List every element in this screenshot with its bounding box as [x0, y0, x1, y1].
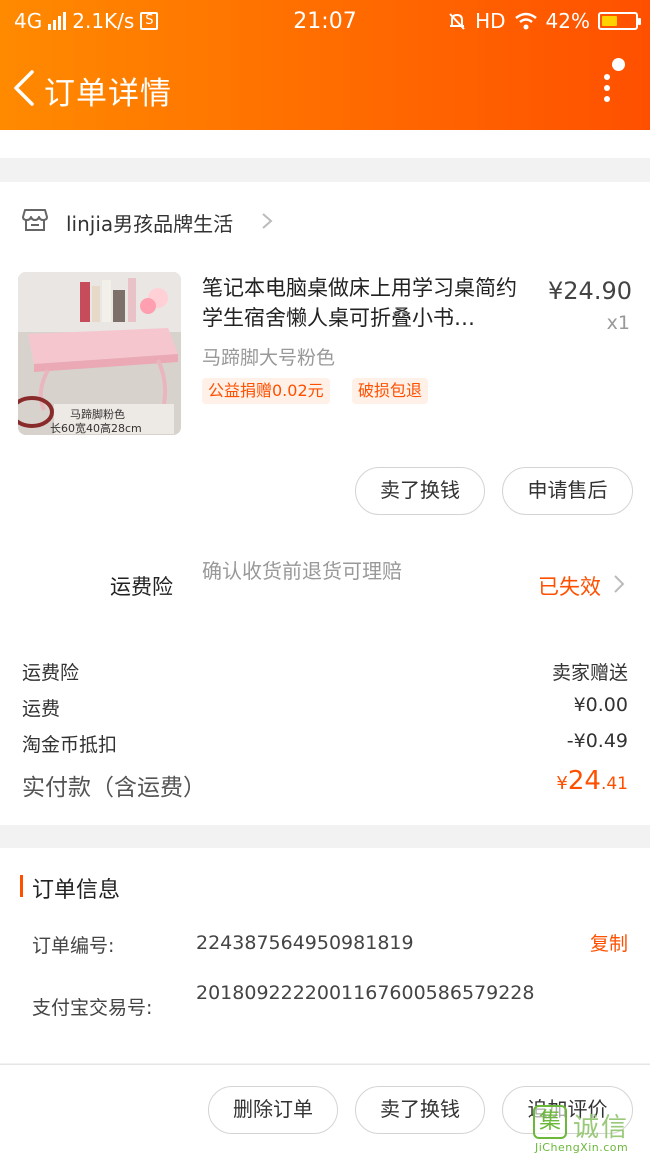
tag-charity: 公益捐赠0.02元: [202, 378, 330, 404]
app-header: 4G 2.1K/s S 21:07 HD 42% 订单详情: [0, 0, 650, 130]
order-number: 224387564950981819: [196, 932, 414, 954]
fee-value-insurance: 卖家赠送: [551, 662, 628, 684]
alipay-number: 2018092222001167600586579228: [196, 982, 535, 1004]
more-dot-icon: [604, 96, 610, 102]
product-title[interactable]: 笔记本电脑桌做床上用学习桌简约学生宿舍懒人桌可折叠小书…: [202, 273, 536, 333]
fee-label-shipping: 运费: [22, 698, 61, 720]
fee-value-coins: -¥0.49: [566, 730, 628, 752]
mute-bell-icon: [449, 13, 465, 30]
battery-percent: 42%: [545, 9, 590, 33]
chevron-right-icon[interactable]: [260, 212, 274, 230]
status-right: HD 42%: [447, 9, 641, 33]
image-caption-1: 马蹄脚粉色: [70, 407, 125, 421]
fee-value-shipping: ¥0.00: [573, 694, 628, 716]
payment-label: 实付款（含运费）: [22, 775, 206, 801]
payment-amount: ¥24.41: [556, 766, 628, 796]
payment-currency: ¥: [556, 773, 568, 794]
product-sku: 马蹄脚大号粉色: [202, 347, 336, 369]
watermark: 集 诚信 JiChengXin.com: [533, 1105, 650, 1155]
payment-integer: 24: [567, 766, 601, 796]
sell-button[interactable]: 卖了换钱: [355, 1086, 485, 1134]
notification-dot: [612, 58, 625, 71]
image-caption-2: 长60宽40高28cm: [50, 421, 142, 435]
product-price: ¥24.90: [548, 277, 632, 305]
more-dot-icon: [604, 85, 610, 91]
alipay-number-label: 支付宝交易号:: [32, 997, 153, 1019]
product-quantity: x1: [606, 312, 630, 334]
battery-level: [602, 16, 618, 26]
shop-name[interactable]: linjia男孩品牌生活: [66, 208, 233, 237]
more-dot-icon: [604, 74, 610, 80]
more-menu-button[interactable]: [598, 58, 628, 108]
pink-desk-illustration: 马蹄脚粉色 长60宽40高28cm: [18, 272, 181, 435]
delete-order-button[interactable]: 删除订单: [208, 1086, 338, 1134]
sell-item-button[interactable]: 卖了换钱: [355, 467, 485, 515]
fee-label-insurance: 运费险: [22, 662, 80, 684]
page-title: 订单详情: [44, 76, 172, 112]
wifi-icon: [514, 12, 537, 30]
insurance-description: 确认收货前退货可理赔: [202, 559, 402, 583]
after-sale-button[interactable]: 申请售后: [502, 467, 633, 515]
fee-label-coins: 淘金币抵扣: [22, 734, 118, 756]
watermark-text: 诚信: [573, 1113, 630, 1143]
top-strip: [0, 130, 650, 158]
chevron-right-icon[interactable]: [613, 574, 625, 594]
battery-icon: [598, 12, 641, 30]
product-image[interactable]: 马蹄脚粉色 长60宽40高28cm: [18, 272, 181, 435]
back-arrow-icon[interactable]: [12, 68, 36, 108]
tag-damage-return: 破损包退: [352, 378, 429, 404]
payment-decimal: .41: [600, 774, 628, 794]
hd-indicator: HD: [475, 9, 506, 33]
watermark-url: JiChengXin.com: [535, 1141, 629, 1154]
order-number-label: 订单编号:: [32, 935, 115, 957]
order-info-title: 订单信息: [32, 878, 121, 903]
shop-icon[interactable]: [22, 208, 48, 232]
status-bar: 4G 2.1K/s S 21:07 HD 42%: [0, 0, 650, 44]
copy-button[interactable]: 复制: [590, 929, 628, 956]
watermark-logo: 集: [533, 1105, 567, 1139]
insurance-status[interactable]: 已失效: [538, 571, 601, 601]
insurance-label: 运费险: [110, 575, 173, 599]
section-accent-bar: [20, 875, 23, 897]
